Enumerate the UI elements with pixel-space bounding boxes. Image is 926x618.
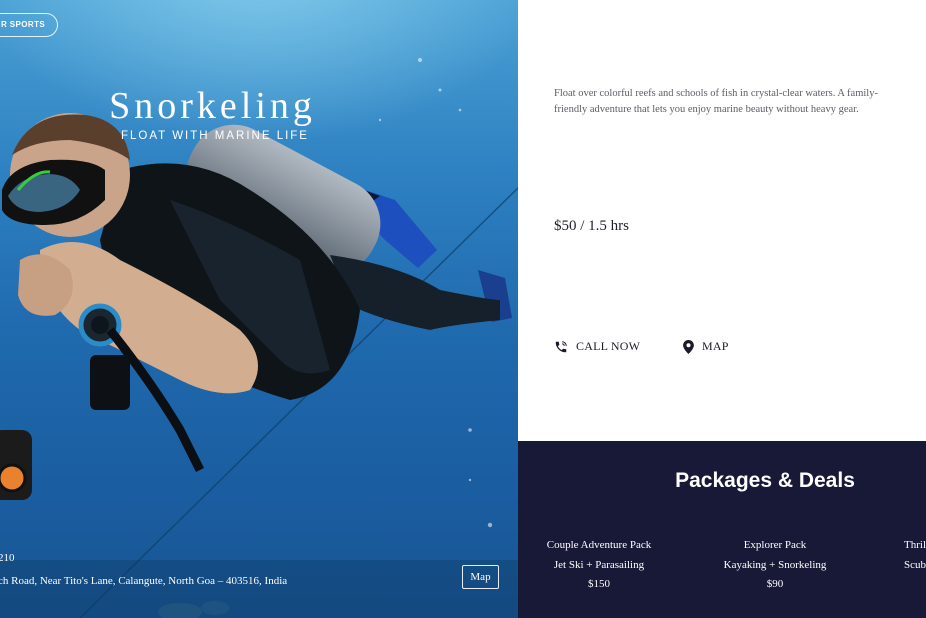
category-pill[interactable]: R SPORTS — [0, 13, 59, 37]
map-link[interactable]: MAP — [683, 339, 729, 354]
map-label: MAP — [702, 339, 729, 353]
packages-title: Packages & Deals — [675, 469, 855, 492]
package-card[interactable]: Couple Adventure Pack Jet Ski + Parasail… — [518, 536, 684, 595]
hero-address: ch Road, Near Tito's Lane, Calangute, No… — [0, 575, 288, 587]
map-pin-icon — [683, 339, 694, 354]
package-price: $90 — [766, 578, 784, 590]
call-now-link[interactable]: CALL NOW — [554, 339, 640, 354]
package-details: Jet Ski + Parasailing — [553, 558, 645, 571]
call-now-label: CALL NOW — [576, 339, 641, 353]
hero-title: Snorkeling — [109, 85, 316, 127]
package-price — [904, 575, 926, 595]
package-price: $150 — [588, 578, 610, 590]
activity-price: $50 / 1.5 hrs — [554, 218, 629, 234]
hero-map-button[interactable]: Map — [462, 565, 499, 589]
activity-info: Float over colorful reefs and schools of… — [518, 0, 926, 441]
package-card[interactable]: Explorer Pack Kayaking + Snorkeling $90 — [690, 536, 860, 595]
phone-ringing-icon — [554, 340, 568, 354]
package-name: Couple Adventure Pack — [546, 539, 652, 551]
hero-section: R SPORTS Snorkeling FLOAT WITH MARINE LI… — [0, 0, 518, 618]
package-name: Thrill — [904, 539, 926, 551]
hero-subtitle: FLOAT WITH MARINE LIFE — [121, 130, 309, 142]
package-details: Kayaking + Snorkeling — [723, 558, 827, 571]
package-name: Explorer Pack — [743, 539, 807, 551]
hero-phone-number: 210 — [0, 552, 15, 564]
packages-section: Packages & Deals Couple Adventure Pack J… — [518, 441, 926, 618]
activity-description: Float over colorful reefs and schools of… — [554, 88, 878, 115]
package-card[interactable]: Thrill Scub — [904, 536, 926, 595]
package-details: Scub — [904, 558, 926, 571]
